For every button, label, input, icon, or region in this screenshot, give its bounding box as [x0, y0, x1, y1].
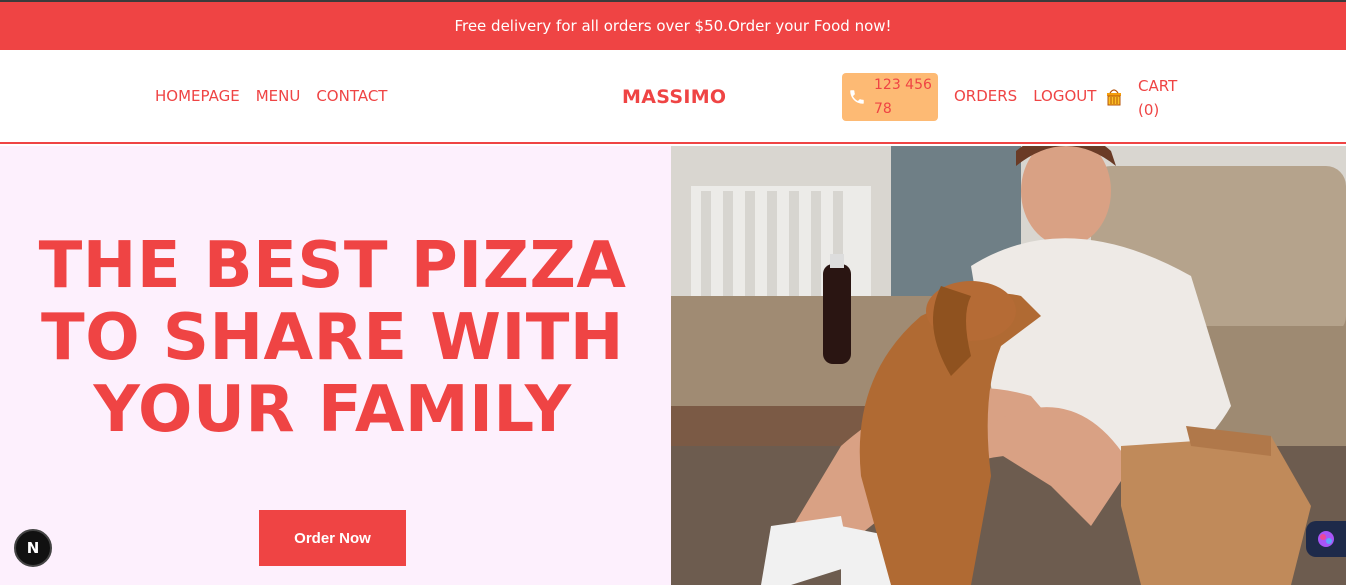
nextjs-letter: N	[26, 539, 40, 557]
order-now-button[interactable]: Order Now	[259, 510, 406, 566]
phone-icon	[848, 88, 866, 106]
nav-contact-link[interactable]: CONTACT	[316, 87, 387, 105]
hero-photo-illustration	[671, 146, 1346, 585]
site-header: HOMEPAGE MENU CONTACT MASSIMO 123 456 78…	[0, 50, 1346, 144]
hero-text-panel: THE BEST PIZZA TO SHARE WITH YOUR FAMILY…	[0, 146, 671, 585]
phone-number: 123 456 78	[874, 77, 932, 117]
cart-link[interactable]: CART (0)	[1138, 74, 1188, 122]
promo-text: Free delivery for all orders over $50.Or…	[454, 17, 892, 35]
nextjs-icon[interactable]: N	[14, 529, 52, 567]
cart-icon[interactable]	[1105, 87, 1123, 107]
account-nav: ORDERS LOGOUT	[954, 87, 1096, 105]
nav-orders-link[interactable]: ORDERS	[954, 87, 1017, 105]
nav-homepage-link[interactable]: HOMEPAGE	[155, 87, 240, 105]
hero-photo	[671, 146, 1346, 585]
site-logo[interactable]: MASSIMO	[622, 86, 726, 108]
promo-banner: Free delivery for all orders over $50.Or…	[0, 2, 1346, 50]
extension-icon[interactable]	[1306, 521, 1346, 557]
primary-nav: HOMEPAGE MENU CONTACT	[155, 87, 387, 105]
phone-contact[interactable]: 123 456 78	[842, 73, 938, 121]
nav-logout-link[interactable]: LOGOUT	[1033, 87, 1096, 105]
hero-headline: THE BEST PIZZA TO SHARE WITH YOUR FAMILY	[38, 229, 627, 447]
nav-menu-link[interactable]: MENU	[256, 87, 301, 105]
